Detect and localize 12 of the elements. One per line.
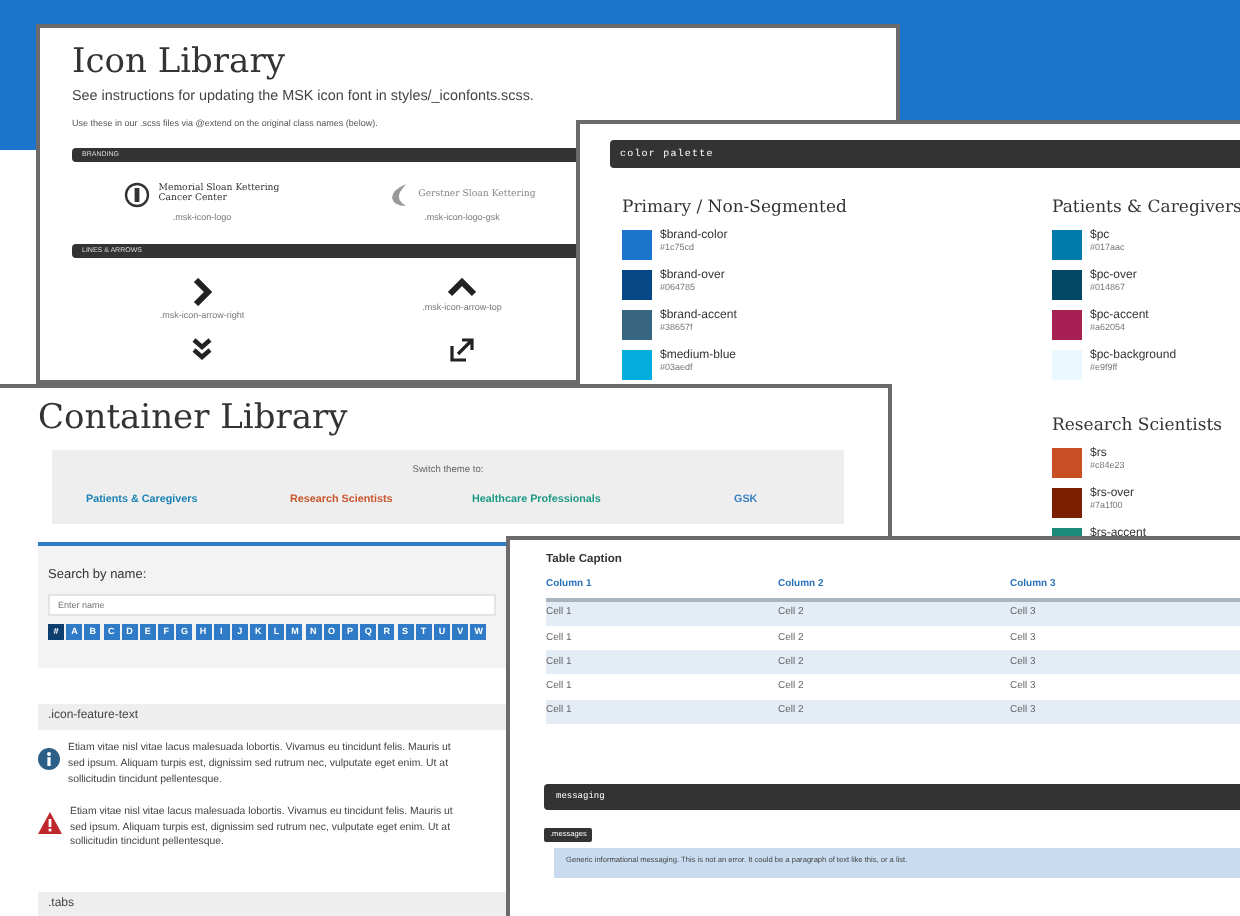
warning-icon [38,811,62,834]
expand-icon [450,337,474,362]
double-chevron-down-icon [192,337,212,360]
group-title: Primary / Non-Segmented [622,196,849,222]
page-title: Icon Library [72,42,287,83]
emblem-icon [124,181,151,208]
info-icon [38,748,60,771]
chevron-up-icon [448,277,476,298]
group-title: Research Scientists [1052,413,1224,439]
chevron-right-icon [192,277,212,306]
page-title: Container Library [38,398,350,439]
swoosh-icon [388,181,411,208]
